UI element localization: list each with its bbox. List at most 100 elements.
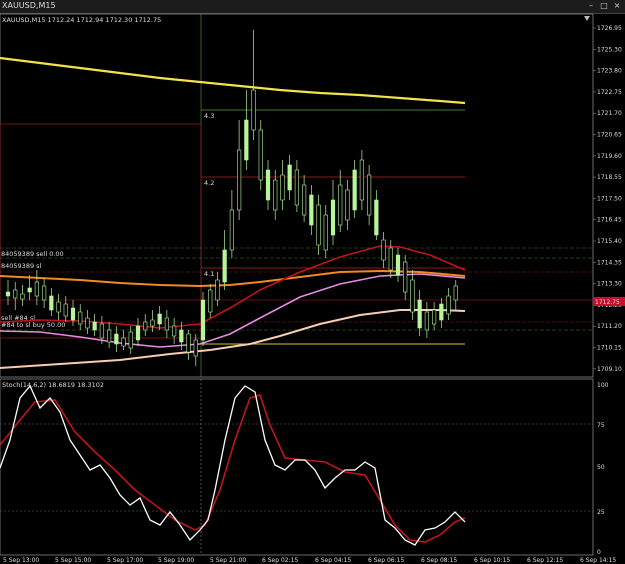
candle-body xyxy=(150,319,155,327)
candle-body xyxy=(395,254,401,276)
price-tick-label: 1718.55 xyxy=(597,174,622,181)
time-tick-label: 6 Sep 08:15 xyxy=(421,557,457,564)
candle-body xyxy=(49,295,54,311)
candle-body xyxy=(27,287,32,293)
candle-body xyxy=(157,313,162,325)
level-label-4-3: 4.3 xyxy=(204,112,214,120)
candle-body xyxy=(114,333,119,345)
candle-body xyxy=(56,301,61,313)
current-price-label: 1712.75 xyxy=(595,299,620,306)
candle-body xyxy=(186,333,191,353)
price-tick-label: 1725.30 xyxy=(597,46,622,53)
time-tick-label: 5 Sep 13:00 xyxy=(3,557,39,564)
candle-body xyxy=(388,247,393,271)
candle-body xyxy=(287,164,292,191)
candle-body xyxy=(20,293,25,300)
order-label[interactable]: 84059389 sell 0.00 xyxy=(1,250,64,258)
candle-body xyxy=(265,169,271,201)
candle-body xyxy=(302,184,307,216)
price-axis: 1726.95 1725.30 1723.80 1722.75 1721.70 1720.… xyxy=(593,25,622,373)
level-label-4-1: 4.1 xyxy=(204,270,214,278)
candle-body xyxy=(410,279,415,313)
stoch-axis-label: 0 xyxy=(597,549,601,556)
stoch-axis-label: 100 xyxy=(597,382,609,389)
price-tick-label: 1709.10 xyxy=(597,366,622,373)
price-tick-label: 1720.65 xyxy=(597,132,622,139)
candle-body xyxy=(99,323,104,339)
candle-body xyxy=(222,249,227,283)
stoch-header: Stoch(14,6,2) 18.6819 18.3102 xyxy=(2,381,104,389)
time-tick-label: 6 Sep 04:15 xyxy=(315,557,351,564)
candle-body xyxy=(42,285,47,301)
candle-body xyxy=(439,303,444,321)
candle-body xyxy=(424,311,429,331)
price-tick-label: 1715.40 xyxy=(597,238,622,245)
candle-body xyxy=(179,329,184,343)
candle-body xyxy=(273,179,278,211)
candle-body xyxy=(258,129,263,181)
time-axis: Sep 20225 Sep 13:005 Sep 15:005 Sep 17:0… xyxy=(3,557,616,564)
candle-body xyxy=(172,325,177,337)
candle-body xyxy=(294,169,299,206)
stoch-axis-label: 25 xyxy=(597,509,605,516)
candle-body xyxy=(107,329,112,343)
order-label[interactable]: 84059389 sl xyxy=(1,262,42,270)
candle-body xyxy=(374,199,379,236)
candle-body xyxy=(432,309,437,325)
candle-body xyxy=(121,337,126,347)
stoch-axis: 100 75 50 25 0 xyxy=(597,382,609,556)
price-tick-label: 1722.75 xyxy=(597,89,622,96)
main-chart-header: XAUUSD,M15 1712.24 1712.94 1712.30 1712.… xyxy=(2,16,161,24)
time-tick-label: 6 Sep 02:15 xyxy=(262,557,298,564)
candle-body xyxy=(309,194,314,226)
stoch-frame xyxy=(0,378,594,556)
candle-body xyxy=(13,289,18,299)
candle-body xyxy=(128,331,133,349)
candle-body xyxy=(143,321,148,331)
price-tick-label: 1723.80 xyxy=(597,68,622,75)
candle-body xyxy=(367,174,372,216)
chart-canvas[interactable]: 4.3 4.2 4.1 84059389 sell 0.00 84059389 … xyxy=(0,0,625,564)
price-tick-label: 1710.15 xyxy=(597,345,622,352)
price-tick-label: 1711.20 xyxy=(597,323,622,330)
level-label-4-2: 4.2 xyxy=(204,179,214,187)
price-tick-label: 1726.95 xyxy=(597,25,622,32)
price-tick-label: 1716.45 xyxy=(597,217,622,224)
candle-body xyxy=(316,204,321,246)
candle-body xyxy=(345,189,350,221)
time-tick-label: 5 Sep 17:00 xyxy=(107,557,143,564)
price-tick-label: 1714.35 xyxy=(597,259,622,266)
candle-body xyxy=(63,303,68,317)
time-tick-label: 5 Sep 15:00 xyxy=(55,557,91,564)
candle-body xyxy=(5,291,11,297)
price-tick-label: 1721.70 xyxy=(597,110,622,117)
price-tick-label: 1713.30 xyxy=(597,281,622,288)
candle-body xyxy=(164,317,169,331)
candle-body xyxy=(70,307,76,321)
candle-body xyxy=(92,321,97,331)
candle-body xyxy=(215,279,220,301)
time-tick-label: 5 Sep 19:00 xyxy=(158,557,194,564)
candle-body xyxy=(85,317,90,329)
candle-body xyxy=(251,89,256,131)
candle-body xyxy=(237,149,242,211)
candle-body xyxy=(359,159,364,201)
candle-body xyxy=(135,325,141,341)
candle-body xyxy=(453,285,458,301)
time-tick-label: 6 Sep 06:15 xyxy=(368,557,404,564)
time-tick-label: 6 Sep 12:15 xyxy=(527,557,563,564)
candle-body xyxy=(34,281,39,297)
candle-body xyxy=(381,239,386,261)
price-tick-label: 1717.50 xyxy=(597,195,622,202)
time-tick-label: 6 Sep 10:15 xyxy=(474,557,510,564)
candle-body xyxy=(338,184,343,226)
candle-body xyxy=(229,209,234,251)
candle-body xyxy=(417,299,422,329)
price-tick-label: 1719.60 xyxy=(597,153,622,160)
candle-body xyxy=(330,199,336,236)
time-tick-label: 5 Sep 21:00 xyxy=(210,557,246,564)
candle-body xyxy=(446,295,451,315)
candle-body xyxy=(78,311,83,325)
candle-body xyxy=(244,119,249,161)
candle-body xyxy=(403,261,408,293)
